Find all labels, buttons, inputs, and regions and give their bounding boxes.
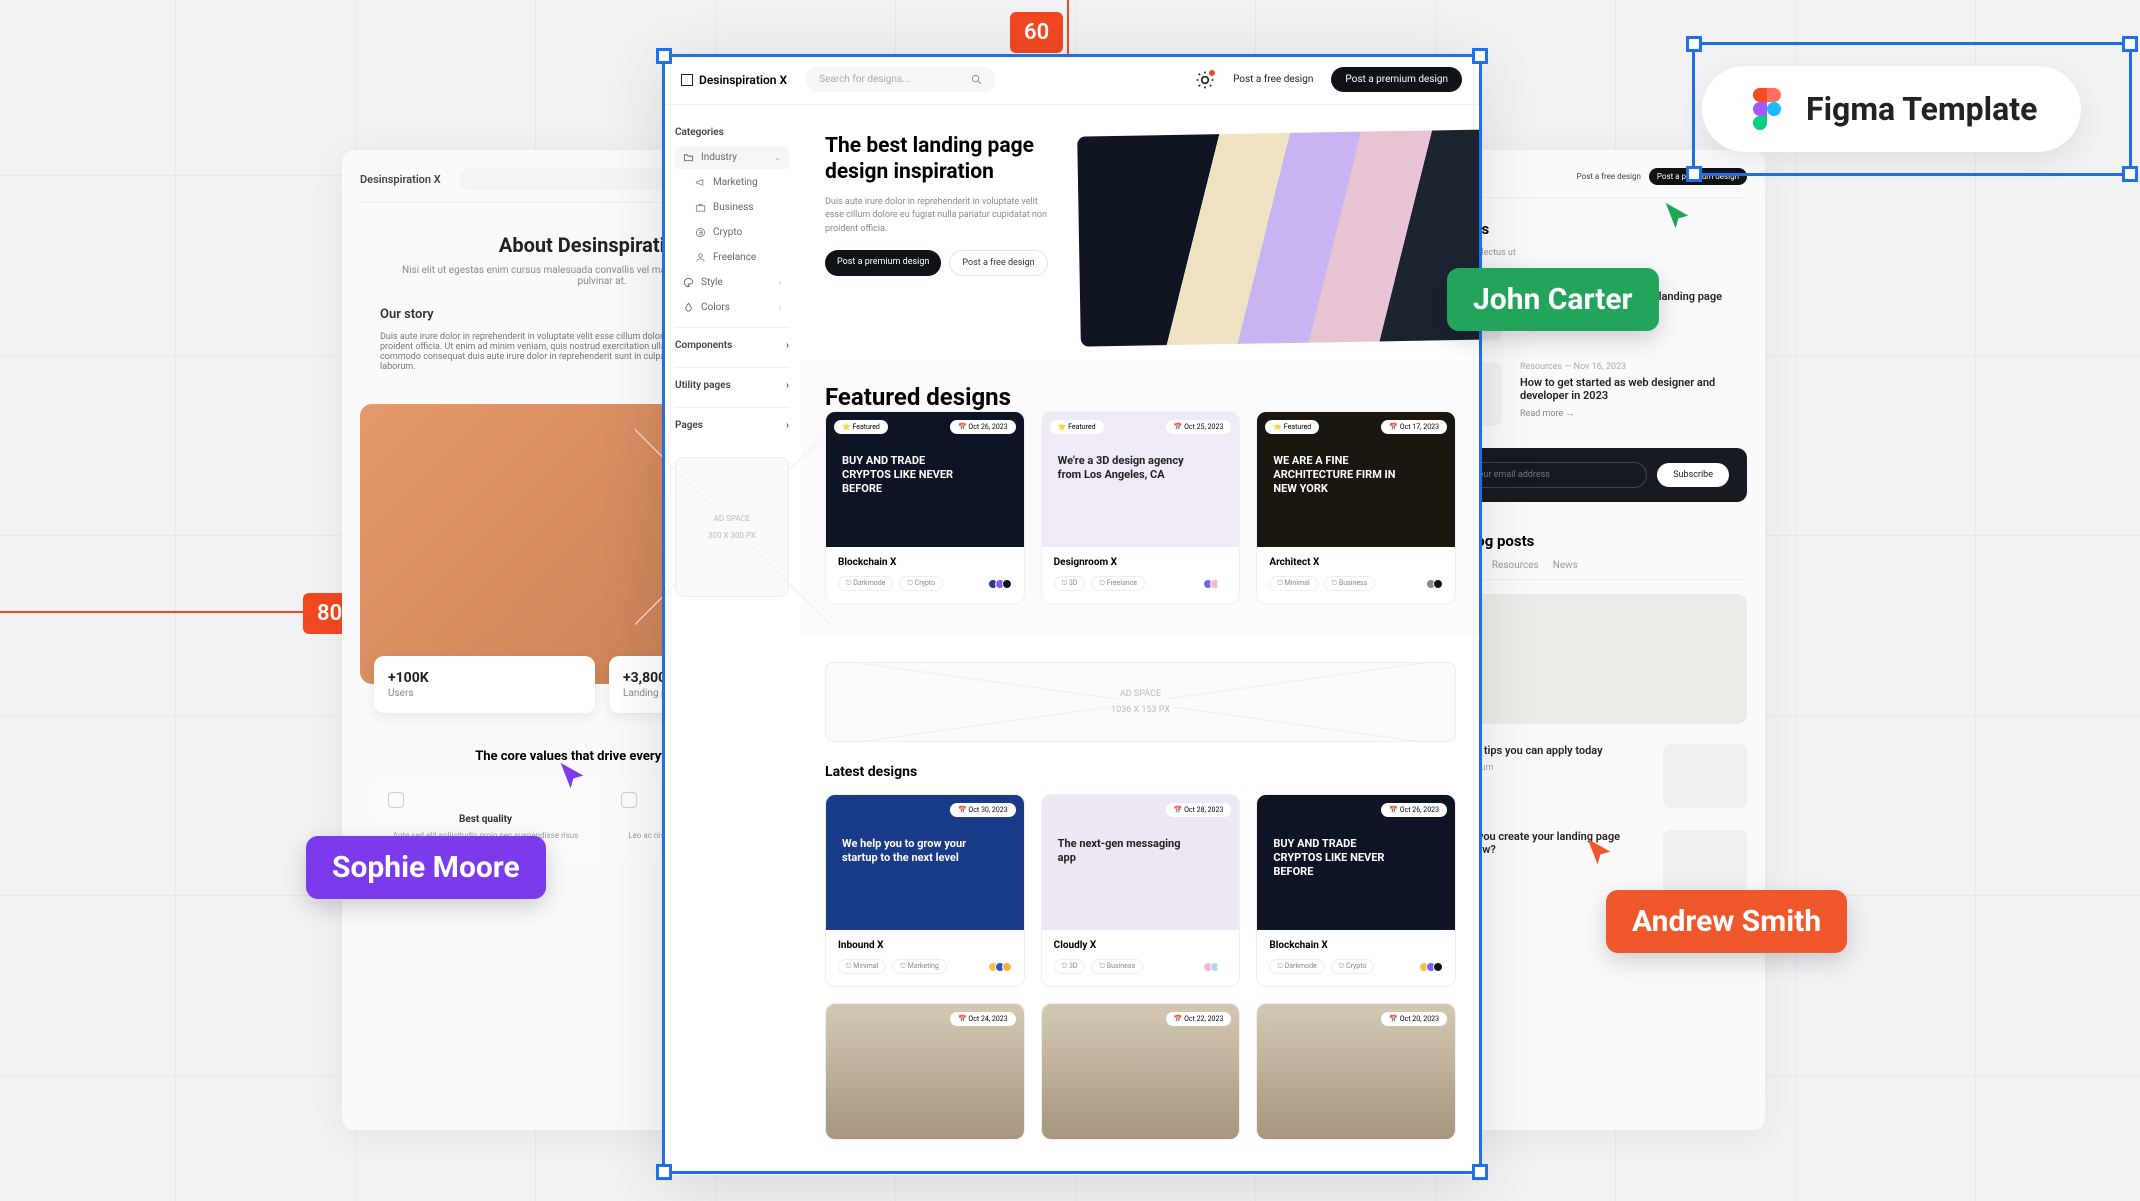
bg-left-logo: Desinspiration X [360,173,441,186]
cursor-sophie [555,760,589,794]
measure-label-top: 60 [1010,12,1063,53]
badge-sophie: Sophie Moore [306,836,546,899]
cursor-john [1660,200,1694,234]
value-icon [388,792,404,808]
badge-john: John Carter [1447,268,1659,331]
blog-thumb [1663,830,1747,894]
blog-thumb [1663,744,1747,808]
resource-cat: Resources [1520,362,1562,372]
figma-selection-pill[interactable] [1692,42,2132,176]
read-more: Read more → [1520,408,1747,419]
figma-selection-main[interactable] [662,54,1482,1174]
cursor-icon [555,760,589,794]
selection-handle[interactable] [2122,166,2138,182]
tab-item[interactable]: Resources [1492,560,1539,571]
resource-title: How to get started as web designer and d… [1520,376,1747,402]
ad-dimensions: 1036 X 153 PX [1108,702,1173,718]
bg-right-free-link: Post a free design [1577,172,1641,181]
subscribe-button[interactable]: Subscribe [1657,463,1729,487]
tab-item[interactable]: News [1553,560,1578,571]
selection-handle[interactable] [656,1164,672,1180]
ad-label: AD SPACE [1117,686,1164,702]
selection-handle[interactable] [2122,36,2138,52]
stat-value: +100K [388,670,581,686]
selection-handle[interactable] [1686,36,1702,52]
selection-handle[interactable] [1472,48,1488,64]
measure-line-top [1067,0,1069,55]
selection-handle[interactable] [656,48,672,64]
selection-handle[interactable] [1472,1164,1488,1180]
cursor-andrew [1582,836,1616,870]
ad-label: AD SPACE [710,510,755,527]
selection-handle[interactable] [1686,166,1702,182]
stat-label: Users [388,688,414,699]
stat-card: +100K Users [374,656,595,713]
ad-dimensions: 300 X 300 PX [704,527,760,544]
cursor-icon [1660,200,1694,234]
badge-andrew: Andrew Smith [1606,890,1847,953]
value-icon [621,792,637,808]
cursor-icon [1582,836,1616,870]
resource-date: Nov 16, 2023 [1574,362,1626,372]
value-card-title: Best quality [388,814,583,825]
